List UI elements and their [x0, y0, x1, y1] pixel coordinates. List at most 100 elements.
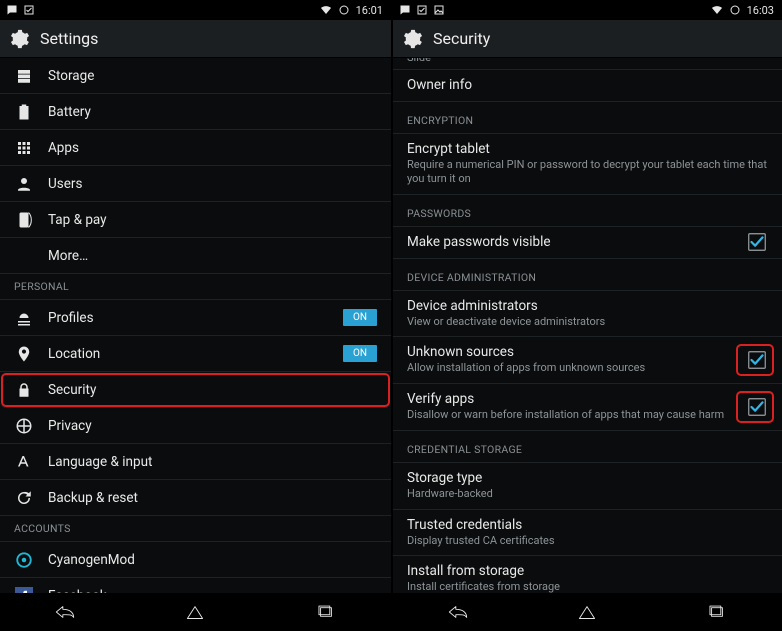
pref-unknown-sources[interactable]: Unknown sourcesAllow installation of app… — [393, 337, 782, 384]
section-header: ACCOUNTS — [0, 516, 391, 542]
app-bar: Security — [393, 20, 782, 58]
item-label: More… — [48, 248, 88, 264]
item-label: Language & input — [48, 454, 152, 470]
pref-device-administrators[interactable]: Device administratorsView or deactivate … — [393, 291, 782, 338]
pref-title: Make passwords visible — [407, 234, 768, 250]
status-clock: 16:01 — [356, 4, 383, 17]
checkbox[interactable] — [746, 396, 768, 418]
item-label: Security — [48, 382, 96, 398]
checkbox[interactable] — [746, 231, 768, 253]
settings-item-cyanogenmod[interactable]: CyanogenMod — [0, 542, 391, 578]
toggle-on[interactable]: ON — [343, 309, 377, 326]
settings-item-privacy[interactable]: Privacy — [0, 408, 391, 444]
profiles-icon — [14, 309, 34, 327]
security-list[interactable]: Screen lockSlide Owner info ENCRYPTION Encr… — [393, 58, 782, 593]
item-label: Battery — [48, 104, 91, 120]
settings-gear-icon — [8, 28, 30, 50]
pref-title: Trusted credentials — [407, 517, 768, 533]
back-button[interactable] — [43, 600, 87, 624]
section-label: PASSWORDS — [407, 207, 471, 220]
settings-gear-icon[interactable] — [401, 28, 423, 50]
pref-title: Unknown sources — [407, 344, 768, 360]
clock-ring-icon — [729, 4, 741, 16]
pref-trusted-credentials[interactable]: Trusted credentialsDisplay trusted CA ce… — [393, 510, 782, 557]
pref-owner-info[interactable]: Owner info — [393, 70, 782, 102]
pref-title: Install from storage — [407, 563, 768, 579]
notification-icon — [23, 4, 35, 16]
location-icon — [14, 345, 34, 363]
settings-item-location[interactable]: LocationON — [0, 336, 391, 372]
settings-item-apps[interactable]: Apps — [0, 130, 391, 166]
recents-button[interactable] — [695, 600, 739, 624]
pref-subtitle: View or deactivate device administrators — [407, 315, 768, 329]
back-button[interactable] — [436, 600, 480, 624]
item-label: Privacy — [48, 418, 92, 434]
settings-item-profiles[interactable]: Profiles ON — [0, 300, 391, 336]
section-header: PERSONAL — [0, 274, 391, 300]
fb-icon — [14, 587, 34, 594]
pref-subtitle: Install certificates from storage — [407, 580, 768, 593]
pref-verify-apps[interactable]: Verify appsDisallow or warn before insta… — [393, 384, 782, 431]
section-header: ENCRYPTION — [393, 102, 782, 134]
section-label: ACCOUNTS — [14, 522, 71, 535]
lock-icon — [14, 381, 34, 399]
pref-install-from-storage[interactable]: Install from storageInstall certificates… — [393, 556, 782, 593]
settings-item-backup-reset[interactable]: Backup & reset — [0, 480, 391, 516]
toggle-on[interactable]: ON — [343, 345, 377, 362]
notification-icon — [399, 4, 411, 16]
section-label: ENCRYPTION — [407, 114, 473, 127]
item-label: Profiles — [48, 310, 94, 326]
battery-icon — [14, 103, 34, 121]
pref-storage-type[interactable]: Storage typeHardware-backed — [393, 463, 782, 510]
settings-item-facebook[interactable]: Facebook — [0, 578, 391, 593]
settings-item-storage[interactable]: Storage — [0, 58, 391, 94]
cyan-icon — [14, 551, 34, 569]
pref-subtitle: Allow installation of apps from unknown … — [407, 361, 768, 375]
wifi-icon — [320, 4, 332, 16]
notification-icon — [416, 4, 428, 16]
screenshot-icon — [433, 4, 445, 16]
section-label: CREDENTIAL STORAGE — [407, 443, 522, 456]
status-bar: 16:03 — [393, 0, 782, 20]
settings-list[interactable]: Storage Battery Apps Users Tap & pay More… PER… — [0, 58, 391, 593]
pref-subtitle: Disallow or warn before installation of … — [407, 408, 768, 422]
item-label: Tap & pay — [48, 212, 107, 228]
app-bar-title: Settings — [40, 29, 98, 48]
recents-button[interactable] — [304, 600, 348, 624]
pref-make-passwords-visible[interactable]: Make passwords visible — [393, 227, 782, 259]
home-button[interactable] — [173, 600, 217, 624]
users-icon — [14, 175, 34, 193]
pref-encrypt-tablet[interactable]: Encrypt tabletRequire a numerical PIN or… — [393, 134, 782, 195]
pref-screen-lock[interactable]: Screen lockSlide — [393, 58, 782, 70]
nfc-icon — [14, 211, 34, 229]
pref-title: Owner info — [407, 77, 768, 93]
settings-item-security[interactable]: Security — [0, 372, 391, 408]
pref-subtitle: Hardware-backed — [407, 487, 768, 501]
app-bar-title: Security — [433, 29, 490, 48]
item-label: Users — [48, 176, 82, 192]
section-label: PERSONAL — [14, 280, 69, 293]
settings-item-users[interactable]: Users — [0, 166, 391, 202]
apps-icon — [14, 139, 34, 157]
settings-item-battery[interactable]: Battery — [0, 94, 391, 130]
settings-item-tap-pay[interactable]: Tap & pay — [0, 202, 391, 238]
security-screen: 16:03 Security Screen lockSlide Owner inf… — [391, 0, 782, 631]
pref-title: Encrypt tablet — [407, 141, 768, 157]
pref-subtitle: Require a numerical PIN or password to d… — [407, 158, 768, 186]
checkbox[interactable] — [746, 349, 768, 371]
home-button[interactable] — [565, 600, 609, 624]
section-header: CREDENTIAL STORAGE — [393, 431, 782, 463]
item-label: CyanogenMod — [48, 552, 135, 568]
status-clock: 16:03 — [747, 4, 774, 17]
wifi-icon — [711, 4, 723, 16]
storage-icon — [14, 67, 34, 85]
notification-icon — [6, 4, 18, 16]
section-header: PASSWORDS — [393, 195, 782, 227]
settings-screen: 16:01 Settings Storage Battery Apps Users Ta… — [0, 0, 391, 631]
settings-item-more-[interactable]: More… — [0, 238, 391, 274]
pref-subtitle: Slide — [407, 58, 768, 65]
pref-title: Verify apps — [407, 391, 768, 407]
clock-ring-icon — [338, 4, 350, 16]
pref-title: Storage type — [407, 470, 768, 486]
settings-item-language-input[interactable]: Language & input — [0, 444, 391, 480]
